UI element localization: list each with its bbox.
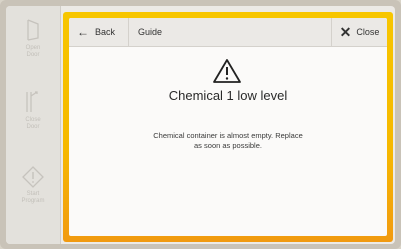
- screen: Open Door Close Door Start Program ← Bac…: [6, 6, 395, 244]
- close-label: Close: [356, 27, 380, 37]
- close-door-label-1: Close: [25, 117, 41, 123]
- open-door-button[interactable]: Open Door: [6, 18, 60, 59]
- back-label: Back: [95, 27, 116, 37]
- alert-frame: ← Back Guide ✕ Close Chemical 1 low leve…: [63, 12, 393, 242]
- device-frame: Open Door Close Door Start Program ← Bac…: [0, 0, 401, 249]
- start-program-label-1: Start: [26, 191, 40, 197]
- alert-panel: ← Back Guide ✕ Close Chemical 1 low leve…: [69, 18, 387, 236]
- alert-message-line-1: Chemical container is almost empty. Repl…: [153, 131, 303, 140]
- top-bar: ← Back Guide ✕ Close: [69, 18, 387, 47]
- sidebar: Open Door Close Door Start Program: [6, 6, 61, 244]
- alert-message-line-2: as soon as possible.: [194, 141, 262, 150]
- open-door-label-1: Open: [25, 45, 41, 51]
- guide-button[interactable]: Guide: [138, 18, 162, 46]
- close-door-label-2: Door: [26, 124, 40, 130]
- back-button[interactable]: ← Back: [69, 18, 129, 46]
- close-door-button[interactable]: Close Door: [6, 90, 60, 131]
- close-door-icon: [26, 91, 38, 112]
- alert-message: Chemical container is almost empty. Repl…: [138, 131, 318, 151]
- close-button[interactable]: ✕ Close: [331, 18, 387, 46]
- start-program-icon: [22, 166, 44, 188]
- open-door-label-2: Door: [26, 52, 40, 58]
- back-arrow-icon: ←: [77, 25, 89, 39]
- warning-icon: [213, 59, 241, 83]
- close-icon: ✕: [339, 24, 352, 40]
- start-program-label-2: Program: [21, 198, 45, 204]
- alert-title: Chemical 1 low level: [168, 88, 288, 103]
- open-door-icon: [27, 19, 39, 41]
- start-program-button[interactable]: Start Program: [6, 166, 60, 205]
